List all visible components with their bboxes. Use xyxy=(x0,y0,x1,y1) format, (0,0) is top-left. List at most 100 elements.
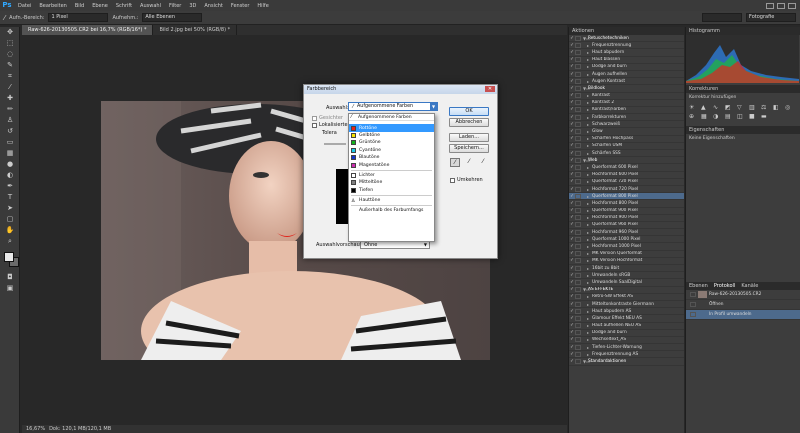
crop-tool-icon[interactable]: ⌗ xyxy=(0,71,20,82)
history-snapshot[interactable]: Raw-626-20130505.CR2 xyxy=(686,290,800,300)
dialog-toggle-icon[interactable] xyxy=(575,121,581,127)
menu-bild[interactable]: Bild xyxy=(71,3,88,9)
action-item[interactable]: ✓ ▸ Frequenztrennung xyxy=(569,42,684,50)
invert-checkbox[interactable] xyxy=(450,177,455,183)
dropdown-item-tone[interactable]: Tiefen xyxy=(349,187,434,194)
action-item[interactable]: ✓ ▸ Hochformat 960 Pixel xyxy=(569,229,684,237)
dialog-toggle-icon[interactable] xyxy=(575,359,581,365)
bw-icon[interactable]: ◧ xyxy=(773,104,783,111)
dialog-toggle-icon[interactable] xyxy=(575,222,581,228)
dialog-toggle-icon[interactable] xyxy=(575,42,581,48)
dialog-toggle-icon[interactable] xyxy=(575,272,581,278)
action-item[interactable]: ✓ ▸ 16bit zu 8bit xyxy=(569,265,684,273)
brush-tool-icon[interactable]: ✏ xyxy=(0,104,20,115)
shape-tool-icon[interactable]: ▢ xyxy=(0,214,20,225)
dialog-toggle-icon[interactable] xyxy=(575,244,581,250)
dialog-toggle-icon[interactable] xyxy=(575,129,581,135)
dialog-toggle-icon[interactable] xyxy=(575,107,581,113)
dialog-toggle-icon[interactable] xyxy=(575,57,581,63)
dropdown-item-color[interactable]: Rottöne xyxy=(349,124,434,132)
action-item[interactable]: ✓ ▸ MK Version Hochformat xyxy=(569,258,684,265)
dialog-toggle-icon[interactable] xyxy=(575,301,581,307)
dialog-toggle-icon[interactable] xyxy=(575,208,581,214)
action-item[interactable]: ✓ ▸ Hochformat 900 Pixel xyxy=(569,215,684,222)
load-button[interactable]: Laden... xyxy=(449,133,489,142)
dialog-toggle-icon[interactable] xyxy=(575,114,581,120)
dialog-toggle-icon[interactable] xyxy=(575,294,581,300)
action-item[interactable]: ✓ ▸ Kontrast xyxy=(569,93,684,100)
tab-bild2-document[interactable]: Bild 2.jpg bei 50% (RGB/8) * xyxy=(153,25,238,35)
faces-option[interactable]: Gesichter xyxy=(312,115,343,121)
localized-option[interactable]: Lokalisierte xyxy=(312,122,348,128)
dialog-toggle-icon[interactable] xyxy=(575,193,581,199)
hand-tool-icon[interactable]: ✋ xyxy=(0,225,20,236)
marquee-tool-icon[interactable]: ⬚ xyxy=(0,38,20,49)
action-item[interactable]: ✓ ▸ Haut abpudern xyxy=(569,49,684,57)
invert-option[interactable]: Umkehren xyxy=(450,177,483,183)
dialog-toggle-icon[interactable] xyxy=(575,287,581,293)
dialog-toggle-icon[interactable] xyxy=(575,323,581,329)
action-item[interactable]: ✓ ▸ Haut abpudern AS xyxy=(569,308,684,316)
histogram-header[interactable]: Histogramm xyxy=(686,27,800,35)
gradientmap-icon[interactable]: ▬ xyxy=(761,113,771,120)
dropdown-item-sampled[interactable]: ⁄ Aufgenommene Farben xyxy=(349,114,434,122)
type-tool-icon[interactable]: T xyxy=(0,192,20,203)
hue-icon[interactable]: ▥ xyxy=(749,104,759,111)
maximize-icon[interactable] xyxy=(777,2,785,9)
tolerance-slider[interactable] xyxy=(324,143,346,145)
dialog-toggle-icon[interactable] xyxy=(575,157,581,163)
eyedropper-subtract-icon[interactable]: ⁄ xyxy=(478,158,488,167)
dialog-toggle-icon[interactable] xyxy=(575,85,581,91)
dialog-toggle-icon[interactable] xyxy=(575,64,581,70)
actions-panel-header[interactable]: Aktionen xyxy=(569,27,684,35)
action-item[interactable]: ✓ ▸ Schärfen USM xyxy=(569,143,684,150)
action-item[interactable]: ✓ ▸ Querformat 1000 Pixel xyxy=(569,236,684,244)
workspace-select[interactable]: Fotografie xyxy=(746,13,796,22)
dialog-toggle-icon[interactable] xyxy=(575,143,581,149)
path-select-tool-icon[interactable]: ➤ xyxy=(0,203,20,214)
dialog-toggle-icon[interactable] xyxy=(575,236,581,242)
colorbalance-icon[interactable]: ⚖ xyxy=(761,104,771,111)
dialog-toggle-icon[interactable] xyxy=(575,344,581,350)
dodge-tool-icon[interactable]: ◐ xyxy=(0,170,20,181)
eyedropper-icon[interactable]: ⁄ xyxy=(0,82,20,93)
action-item[interactable]: ✓ ▸ Hochformat 1000 Pixel xyxy=(569,243,684,251)
posterize-icon[interactable]: ▤ xyxy=(725,113,735,120)
action-item[interactable]: ✓ ▸ Querformat 800 Pixel xyxy=(569,193,684,201)
dialog-toggle-icon[interactable] xyxy=(575,351,581,357)
history-source-icon[interactable] xyxy=(690,292,696,297)
invert-icon[interactable]: ◑ xyxy=(713,113,723,120)
dialog-toggle-icon[interactable] xyxy=(575,251,581,257)
dialog-titlebar[interactable]: Farbbereich ✕ xyxy=(304,85,497,94)
properties-header[interactable]: Eigenschaften xyxy=(686,126,800,134)
menu-ansicht[interactable]: Ansicht xyxy=(200,3,226,9)
action-item[interactable]: ✓ ▸ Umwandeln SaalDigital xyxy=(569,279,684,287)
levels-icon[interactable]: ▲ xyxy=(701,104,711,111)
vibrance-icon[interactable]: ▽ xyxy=(737,104,747,111)
dialog-close-icon[interactable]: ✕ xyxy=(485,86,495,92)
quick-select-tool-icon[interactable]: ✎ xyxy=(0,60,20,71)
action-item[interactable]: ✓ ▸ Retro-SW Effekt AS xyxy=(569,294,684,301)
menu-datei[interactable]: Datei xyxy=(14,3,35,9)
dropdown-item-color[interactable]: Cyantöne xyxy=(349,147,434,154)
eyedropper-tool-icon[interactable]: ⁄ xyxy=(4,14,5,22)
dropdown-item-color[interactable]: Grüntöne xyxy=(349,139,434,146)
action-item[interactable]: ✓ ▸ Glow xyxy=(569,128,684,136)
action-item[interactable]: ✓ ▸ Kontrast 2 xyxy=(569,100,684,107)
action-item[interactable]: ✓ ▸ Augen aufhellen xyxy=(569,71,684,79)
eraser-tool-icon[interactable]: ▭ xyxy=(0,137,20,148)
dialog-toggle-icon[interactable] xyxy=(575,71,581,77)
dialog-toggle-icon[interactable] xyxy=(575,258,581,264)
dropdown-item-color[interactable]: Gelbtöne xyxy=(349,132,434,139)
dialog-toggle-icon[interactable] xyxy=(575,186,581,192)
exposure-icon[interactable]: ◩ xyxy=(725,104,735,111)
dialog-toggle-icon[interactable] xyxy=(575,215,581,221)
menu-3d[interactable]: 3D xyxy=(185,3,200,9)
faces-checkbox[interactable] xyxy=(312,115,317,121)
dialog-toggle-icon[interactable] xyxy=(575,179,581,185)
selection-preview[interactable] xyxy=(336,169,348,224)
eyedropper-add-icon[interactable]: ⁄ xyxy=(464,158,474,167)
curves-icon[interactable]: ∿ xyxy=(713,104,723,111)
cancel-button[interactable]: Abbrechen xyxy=(449,118,489,127)
tab-kanaele[interactable]: Kanäle xyxy=(741,283,758,289)
